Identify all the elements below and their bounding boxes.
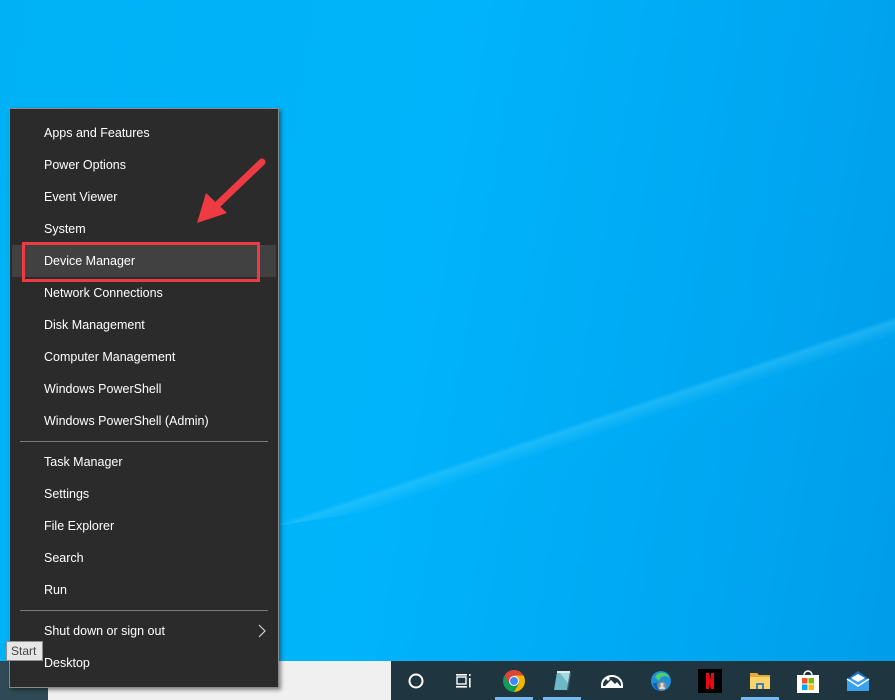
edge-icon (651, 670, 671, 691)
wallpaper-light-beam (280, 294, 895, 526)
menu-separator (20, 610, 268, 611)
menu-item-label: Shut down or sign out (44, 624, 165, 638)
menu-item-search[interactable]: Search (12, 542, 276, 574)
menu-item-computer-management[interactable]: Computer Management (12, 341, 276, 373)
cortana-icon (408, 673, 424, 688)
menu-item-event-viewer[interactable]: Event Viewer (12, 181, 276, 213)
menu-item-shut-down-or-sign-out[interactable]: Shut down or sign out (12, 615, 276, 647)
notepad-button[interactable] (538, 661, 586, 700)
menu-item-network-connections[interactable]: Network Connections (12, 277, 276, 309)
cortana-button[interactable] (392, 661, 440, 700)
mail-icon (846, 670, 870, 691)
chrome-button[interactable] (490, 661, 538, 700)
photos-icon (601, 674, 623, 688)
file-explorer-icon (750, 672, 770, 689)
mail-button[interactable] (834, 661, 882, 700)
menu-separator (20, 441, 268, 442)
netflix-icon (698, 668, 722, 693)
power-user-menu: Apps and Features Power Options Event Vi… (9, 108, 279, 688)
start-tooltip: Start (6, 641, 43, 661)
menu-item-desktop[interactable]: Desktop (12, 647, 276, 679)
chrome-icon (503, 669, 525, 692)
edge-button[interactable] (637, 661, 685, 700)
menu-item-apps-and-features[interactable]: Apps and Features (12, 117, 276, 149)
task-view-button[interactable] (440, 661, 488, 700)
photos-button[interactable] (588, 661, 636, 700)
menu-item-power-options[interactable]: Power Options (12, 149, 276, 181)
menu-item-windows-powershell-admin[interactable]: Windows PowerShell (Admin) (12, 405, 276, 437)
menu-item-device-manager[interactable]: Device Manager (12, 245, 276, 277)
task-view-icon (456, 673, 471, 688)
menu-item-file-explorer[interactable]: File Explorer (12, 510, 276, 542)
menu-item-windows-powershell[interactable]: Windows PowerShell (12, 373, 276, 405)
menu-item-task-manager[interactable]: Task Manager (12, 446, 276, 478)
notepad-icon (554, 670, 571, 691)
microsoft-store-button[interactable] (784, 661, 832, 700)
file-explorer-button[interactable] (736, 661, 784, 700)
menu-item-settings[interactable]: Settings (12, 478, 276, 510)
menu-item-system[interactable]: System (12, 213, 276, 245)
chevron-right-icon (258, 615, 266, 647)
netflix-button[interactable] (686, 661, 734, 700)
microsoft-store-icon (797, 669, 819, 693)
menu-item-disk-management[interactable]: Disk Management (12, 309, 276, 341)
menu-item-run[interactable]: Run (12, 574, 276, 606)
